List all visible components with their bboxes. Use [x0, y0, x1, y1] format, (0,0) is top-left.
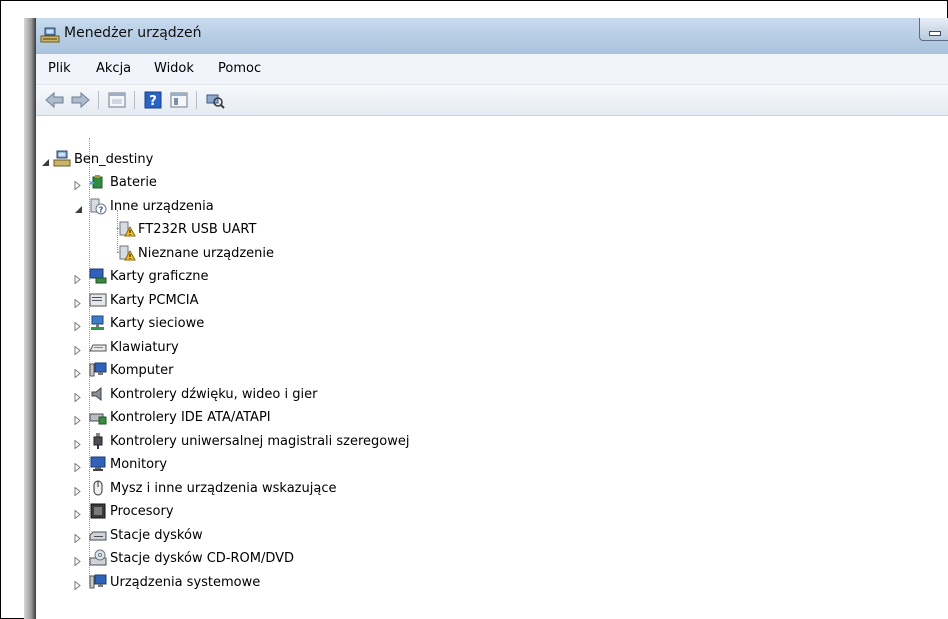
tree-category-row[interactable]: Karty PCMCIA	[36, 291, 636, 311]
expand-arrow-icon[interactable]	[74, 273, 83, 285]
warning-device-icon	[118, 244, 136, 262]
svg-text:?: ?	[149, 94, 157, 109]
collapse-arrow-icon[interactable]	[74, 203, 83, 213]
tree-device-row[interactable]: Nieznane urządzenie	[36, 244, 636, 264]
device-tree: Ben_destiny Baterie ? Inne urządzenia FT…	[36, 116, 948, 619]
speaker-icon	[89, 385, 107, 403]
tree-category-row[interactable]: Urządzenia systemowe	[36, 573, 636, 593]
window-title: Menedżer urządzeń	[64, 25, 202, 41]
scan-hardware-icon[interactable]	[204, 90, 226, 110]
tree-category-row[interactable]: Klawiatury	[36, 338, 636, 358]
console-tree-icon[interactable]	[168, 90, 190, 110]
mouse-icon	[89, 479, 107, 497]
toolbar-separator	[134, 91, 135, 109]
pcmcia-icon	[89, 291, 107, 309]
tree-category-row[interactable]: Karty graficzne	[36, 267, 636, 287]
category-label: Stacje dysków	[110, 528, 203, 543]
tree-category-row[interactable]: Stacje dysków	[36, 526, 636, 546]
toolbar: ?	[36, 85, 948, 116]
display-adapter-icon	[89, 267, 107, 285]
help-icon[interactable]: ?	[142, 90, 164, 110]
expand-arrow-icon[interactable]	[74, 179, 83, 191]
category-label: Karty PCMCIA	[110, 293, 199, 308]
computer-icon	[53, 150, 71, 168]
processor-icon	[89, 502, 107, 520]
expand-arrow-icon[interactable]	[74, 414, 83, 426]
menu-item-widok[interactable]: Widok	[154, 61, 194, 76]
category-label: Inne urządzenia	[110, 199, 214, 214]
device-manager-window: Menedżer urządzeń Plik Akcja Widok Pomoc…	[36, 18, 948, 619]
device-label: FT232R USB UART	[138, 222, 257, 237]
toolbar-separator	[196, 91, 197, 109]
floppy-drive-icon	[89, 526, 107, 544]
collapse-arrow-icon[interactable]	[41, 156, 50, 166]
category-label: Urządzenia systemowe	[110, 575, 261, 590]
system-devices-icon	[89, 573, 107, 591]
category-label: Stacje dysków CD-ROM/DVD	[110, 551, 295, 566]
device-manager-icon	[40, 26, 60, 48]
expand-arrow-icon[interactable]	[74, 555, 83, 567]
properties-icon[interactable]	[106, 90, 128, 110]
minimize-button[interactable]	[919, 18, 948, 41]
category-label: Monitory	[110, 457, 168, 472]
monitor-icon	[89, 455, 107, 473]
toolbar-separator	[98, 91, 99, 109]
device-label: Nieznane urządzenie	[138, 246, 275, 261]
warning-device-icon	[118, 220, 136, 238]
back-icon[interactable]	[44, 90, 66, 110]
background-window-edge	[24, 18, 36, 619]
tree-root-label: Ben_destiny	[74, 152, 154, 167]
computer-monitor-icon	[89, 361, 107, 379]
expand-arrow-icon[interactable]	[74, 391, 83, 403]
expand-arrow-icon[interactable]	[74, 532, 83, 544]
expand-arrow-icon[interactable]	[74, 320, 83, 332]
tree-category-row[interactable]: Kontrolery dźwięku, wideo i gier	[36, 385, 636, 405]
category-label: Kontrolery IDE ATA/ATAPI	[110, 410, 271, 425]
expand-arrow-icon[interactable]	[74, 367, 83, 379]
tree-category-row[interactable]: Mysz i inne urządzenia wskazujące	[36, 479, 636, 499]
category-label: Karty sieciowe	[110, 316, 205, 331]
menu-item-akcja[interactable]: Akcja	[96, 61, 131, 76]
category-label: Kontrolery dźwięku, wideo i gier	[110, 387, 318, 402]
expand-arrow-icon[interactable]	[74, 461, 83, 473]
battery-icon	[89, 173, 107, 191]
svg-text:?: ?	[99, 206, 104, 215]
tree-category-row[interactable]: Stacje dysków CD-ROM/DVD	[36, 549, 636, 569]
category-label: Klawiatury	[110, 340, 179, 355]
forward-icon[interactable]	[69, 90, 91, 110]
category-label: Komputer	[110, 363, 174, 378]
expand-arrow-icon[interactable]	[74, 344, 83, 356]
keyboard-icon	[89, 338, 107, 356]
tree-device-row[interactable]: FT232R USB UART	[36, 220, 636, 240]
cdrom-drive-icon	[89, 549, 107, 567]
tree-category-row[interactable]: Komputer	[36, 361, 636, 381]
unknown-device-icon: ?	[89, 197, 107, 215]
category-label: Baterie	[110, 175, 157, 190]
expand-arrow-icon[interactable]	[74, 508, 83, 520]
expand-arrow-icon[interactable]	[74, 297, 83, 309]
tree-category-row[interactable]: Kontrolery uniwersalnej magistrali szere…	[36, 432, 636, 452]
tree-category-row[interactable]: Karty sieciowe	[36, 314, 636, 334]
expand-arrow-icon[interactable]	[74, 579, 83, 591]
network-adapter-icon	[89, 314, 107, 332]
tree-category-row[interactable]: Monitory	[36, 455, 636, 475]
category-label: Karty graficzne	[110, 269, 209, 284]
tree-category-row[interactable]: ? Inne urządzenia	[36, 197, 636, 217]
expand-arrow-icon[interactable]	[74, 438, 83, 450]
menu-bar: Plik Akcja Widok Pomoc	[36, 54, 948, 85]
category-label: Mysz i inne urządzenia wskazujące	[110, 481, 337, 496]
category-label: Procesory	[110, 504, 174, 519]
expand-arrow-icon[interactable]	[74, 485, 83, 497]
tree-category-row[interactable]: Baterie	[36, 173, 636, 193]
menu-item-pomoc[interactable]: Pomoc	[218, 61, 261, 76]
tree-category-row[interactable]: Procesory	[36, 502, 636, 522]
tree-root-row[interactable]: Ben_destiny	[36, 150, 636, 170]
title-bar[interactable]: Menedżer urządzeń	[36, 18, 948, 54]
ide-controller-icon	[89, 408, 107, 426]
category-label: Kontrolery uniwersalnej magistrali szere…	[110, 434, 410, 449]
menu-item-plik[interactable]: Plik	[48, 61, 71, 76]
usb-icon	[89, 432, 107, 450]
tree-category-row[interactable]: Kontrolery IDE ATA/ATAPI	[36, 408, 636, 428]
